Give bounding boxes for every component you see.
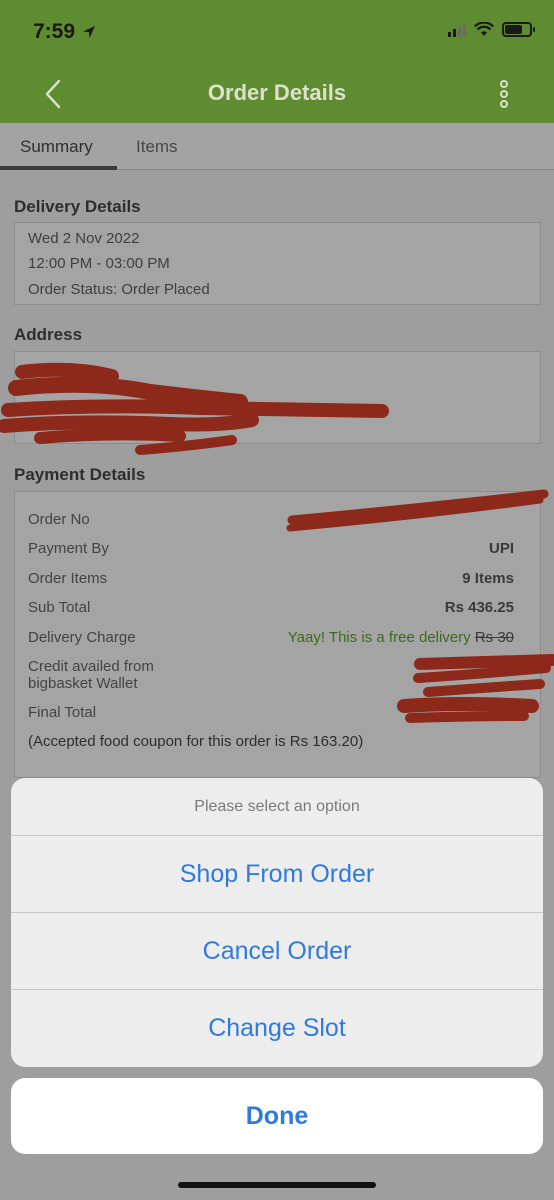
home-indicator[interactable] (178, 1182, 376, 1188)
delivery-section-title: Delivery Details (14, 197, 141, 216)
delivery-charge-label: Delivery Charge (28, 629, 136, 646)
battery-icon (502, 22, 535, 37)
action-sheet-title: Please select an option (11, 778, 543, 836)
more-options-icon[interactable] (498, 80, 510, 108)
status-time: 7:59 (33, 20, 97, 44)
action-sheet: Please select an option Shop From Order … (11, 778, 543, 1067)
order-no-label: Order No (28, 511, 90, 528)
done-button[interactable]: Done (11, 1078, 543, 1154)
delivery-date: Wed 2 Nov 2022 (28, 230, 140, 247)
final-total-label: Final Total (28, 704, 97, 721)
location-arrow-icon (83, 26, 96, 38)
active-tab-indicator (0, 166, 117, 170)
payment-box: Order No Payment By UPI Order Items 9 It… (14, 491, 541, 778)
page-title: Order Details (207, 80, 347, 105)
order-items-label: Order Items (28, 570, 108, 587)
subtotal-value: Rs 436.25 (444, 599, 514, 616)
app-header: 7:59 Order Details (0, 0, 554, 123)
original-delivery-charge: Rs 30 (474, 629, 514, 646)
tab-summary[interactable]: Summary (20, 137, 93, 157)
subtotal-label: Sub Total (28, 599, 91, 616)
change-slot-button[interactable]: Change Slot (11, 990, 543, 1067)
coupon-note: (Accepted food coupon for this order is … (28, 733, 364, 750)
tab-bar: Summary Items (0, 123, 554, 170)
payment-by-label: Payment By (28, 540, 109, 557)
payment-by-value: UPI (488, 540, 514, 557)
payment-section-title: Payment Details (14, 465, 146, 484)
status-indicators (448, 22, 535, 37)
wifi-icon (474, 22, 494, 36)
address-box (14, 351, 541, 444)
tab-items[interactable]: Items (136, 137, 178, 157)
order-status: Order Status: Order Placed (28, 281, 210, 298)
cancel-order-button[interactable]: Cancel Order (11, 913, 543, 990)
address-section-title: Address (14, 325, 83, 344)
cellular-signal-icon (448, 22, 466, 37)
order-items-value: 9 Items (462, 570, 514, 587)
wallet-credit-label: Credit availed from bigbasket Wallet (28, 658, 154, 692)
delivery-time-slot: 12:00 PM - 03:00 PM (28, 255, 170, 272)
delivery-box: Wed 2 Nov 2022 12:00 PM - 03:00 PM Order… (14, 222, 541, 305)
delivery-charge-value: Yaay! This is a free delivery Rs 30 (288, 629, 514, 646)
free-delivery-text: Yaay! This is a free delivery (287, 629, 471, 646)
shop-from-order-button[interactable]: Shop From Order (11, 836, 543, 913)
